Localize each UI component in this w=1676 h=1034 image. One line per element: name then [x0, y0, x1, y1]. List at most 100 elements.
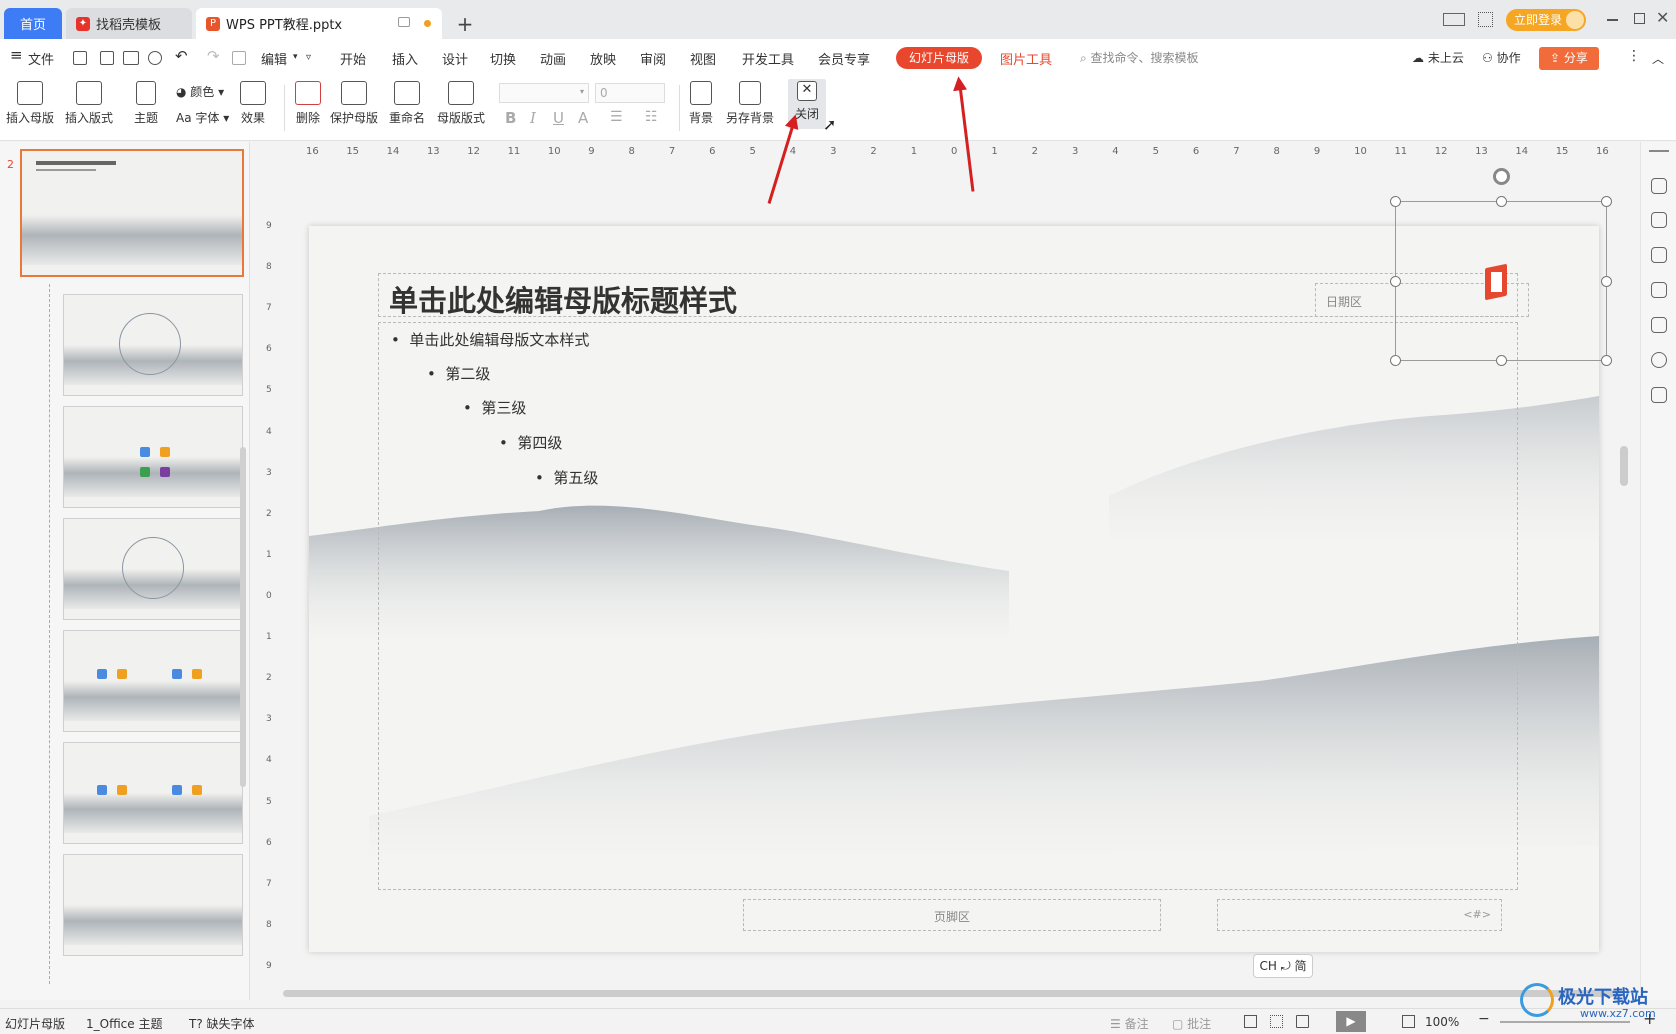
- master-layout-button[interactable]: 母版版式: [437, 81, 485, 126]
- background-button[interactable]: 背景: [689, 81, 713, 126]
- layout-toggle-icon[interactable]: [1443, 13, 1465, 26]
- resize-handle[interactable]: [1496, 355, 1507, 366]
- notes-button[interactable]: ☰ 备注: [1110, 1015, 1149, 1032]
- more-options-icon[interactable]: ⋮: [1627, 48, 1641, 64]
- layout-thumbnail[interactable]: [63, 518, 243, 620]
- ime-indicator[interactable]: CH ⤾ 简: [1253, 954, 1313, 978]
- hamburger-icon[interactable]: ≡: [10, 46, 23, 64]
- menu-tab-review[interactable]: 审阅: [640, 49, 666, 68]
- format-painter-icon[interactable]: [232, 51, 246, 65]
- menu-tab-slide-master[interactable]: 幻灯片母版: [896, 47, 982, 69]
- italic-icon[interactable]: I: [530, 109, 536, 127]
- chevron-down-icon[interactable]: ▾: [293, 52, 298, 62]
- apps-grid-icon[interactable]: [1478, 12, 1493, 27]
- slide-thumbnail-panel[interactable]: 2: [0, 142, 250, 1000]
- panel-scrollbar[interactable]: [240, 447, 246, 787]
- rocket-icon[interactable]: [1651, 178, 1667, 194]
- undo-icon[interactable]: ↶: [175, 47, 188, 65]
- menu-tab-view[interactable]: 视图: [690, 49, 716, 68]
- save-icon[interactable]: [73, 51, 87, 65]
- rotate-handle-icon[interactable]: [1493, 168, 1510, 185]
- adjust-icon[interactable]: [1651, 212, 1667, 228]
- layout-thumbnail[interactable]: [63, 742, 243, 844]
- book-icon[interactable]: [1651, 387, 1667, 403]
- star-pin-icon[interactable]: [1651, 247, 1667, 263]
- location-icon[interactable]: [1651, 352, 1667, 368]
- layout-thumbnail[interactable]: [63, 854, 243, 956]
- menu-tab-member[interactable]: 会员专享: [818, 49, 870, 68]
- login-button[interactable]: 立即登录: [1506, 9, 1586, 31]
- search-input[interactable]: ⌕ 查找命令、搜索模板: [1080, 49, 1199, 66]
- menu-tab-developer[interactable]: 开发工具: [742, 49, 794, 68]
- delete-button[interactable]: 删除: [295, 81, 321, 126]
- play-slideshow-icon[interactable]: ▶: [1336, 1011, 1366, 1032]
- collapse-ribbon-icon[interactable]: ︿: [1652, 50, 1664, 67]
- status-theme[interactable]: 1_Office 主题: [86, 1015, 162, 1032]
- font-button[interactable]: Aa 字体 ▾: [176, 109, 229, 126]
- fit-window-icon[interactable]: [1402, 1015, 1415, 1028]
- resize-handle[interactable]: [1390, 196, 1401, 207]
- redo-icon[interactable]: ↷: [207, 47, 220, 65]
- font-color-icon[interactable]: A: [578, 109, 588, 127]
- bullet-list-icon[interactable]: ☰: [610, 109, 623, 125]
- footer-placeholder[interactable]: 页脚区: [743, 899, 1161, 931]
- insert-layout-button[interactable]: 插入版式: [65, 81, 113, 126]
- layout-thumbnail[interactable]: [63, 294, 243, 396]
- layout-thumbnail[interactable]: [63, 406, 243, 508]
- menu-tab-animation[interactable]: 动画: [540, 49, 566, 68]
- canvas-vertical-scrollbar[interactable]: [1620, 446, 1628, 486]
- reading-view-icon[interactable]: [1296, 1015, 1309, 1028]
- numbered-list-icon[interactable]: ☷: [645, 109, 658, 125]
- grid-view-icon[interactable]: [1270, 1015, 1283, 1028]
- body-placeholder[interactable]: • 单击此处编辑母版文本样式 • 第二级 • 第三级 • 第四级 • 第五级: [378, 322, 1518, 890]
- insert-master-button[interactable]: 插入母版: [6, 81, 54, 126]
- resize-handle[interactable]: [1601, 196, 1612, 207]
- rename-button[interactable]: 重命名: [389, 81, 425, 126]
- zoom-level[interactable]: 100%: [1425, 1015, 1459, 1029]
- page-number-placeholder[interactable]: <#>: [1217, 899, 1502, 931]
- tab-template[interactable]: ✦ 找稻壳模板: [66, 8, 192, 39]
- monitor-icon[interactable]: [398, 17, 410, 27]
- minimize-icon[interactable]: [1607, 19, 1618, 21]
- zoom-out-icon[interactable]: −: [1478, 1011, 1490, 1027]
- resize-handle[interactable]: [1390, 355, 1401, 366]
- share-button[interactable]: ⇪ 分享: [1539, 47, 1599, 70]
- color-button[interactable]: ◕ 颜色 ▾: [176, 83, 224, 100]
- comments-button[interactable]: ▢ 批注: [1172, 1015, 1211, 1032]
- menu-tab-design[interactable]: 设计: [442, 49, 468, 68]
- image-tool-icon[interactable]: [1651, 317, 1667, 333]
- collab-button[interactable]: ⚇ 协作: [1482, 49, 1521, 66]
- canvas-horizontal-scrollbar[interactable]: [283, 990, 1623, 997]
- menu-tab-slideshow[interactable]: 放映: [590, 49, 616, 68]
- font-family-select[interactable]: ▾: [499, 83, 589, 103]
- tab-home[interactable]: 首页: [4, 8, 62, 39]
- save-background-button[interactable]: 另存背景: [726, 81, 774, 126]
- font-size-select[interactable]: 0: [595, 83, 665, 103]
- print-preview-icon[interactable]: [148, 51, 162, 65]
- effect-button[interactable]: 效果: [240, 81, 266, 126]
- slides-icon[interactable]: [1651, 282, 1667, 298]
- close-window-icon[interactable]: ✕: [1656, 8, 1669, 27]
- normal-view-icon[interactable]: [1244, 1015, 1257, 1028]
- menu-edit[interactable]: 编辑: [261, 49, 287, 68]
- export-pdf-icon[interactable]: [100, 51, 114, 65]
- master-thumbnail[interactable]: [20, 149, 244, 277]
- menu-tab-insert[interactable]: 插入: [392, 49, 418, 68]
- theme-button[interactable]: 主题: [134, 81, 158, 126]
- protect-master-button[interactable]: 保护母版: [330, 81, 378, 126]
- menu-tab-start[interactable]: 开始: [340, 49, 366, 68]
- missing-font-button[interactable]: T? 缺失字体: [189, 1015, 255, 1032]
- resize-handle[interactable]: [1390, 276, 1401, 287]
- tab-document[interactable]: P WPS PPT教程.pptx: [196, 8, 442, 39]
- underline-icon[interactable]: U: [553, 109, 564, 127]
- new-tab-button[interactable]: +: [448, 8, 482, 39]
- resize-handle[interactable]: [1601, 276, 1612, 287]
- more-chevron-icon[interactable]: ▿: [306, 52, 311, 63]
- resize-handle[interactable]: [1496, 196, 1507, 207]
- resize-handle[interactable]: [1601, 355, 1612, 366]
- maximize-icon[interactable]: [1634, 13, 1645, 24]
- layout-thumbnail[interactable]: [63, 630, 243, 732]
- bold-icon[interactable]: B: [505, 109, 516, 127]
- sidebar-collapse-icon[interactable]: [1649, 150, 1669, 152]
- menu-tab-transition[interactable]: 切换: [490, 49, 516, 68]
